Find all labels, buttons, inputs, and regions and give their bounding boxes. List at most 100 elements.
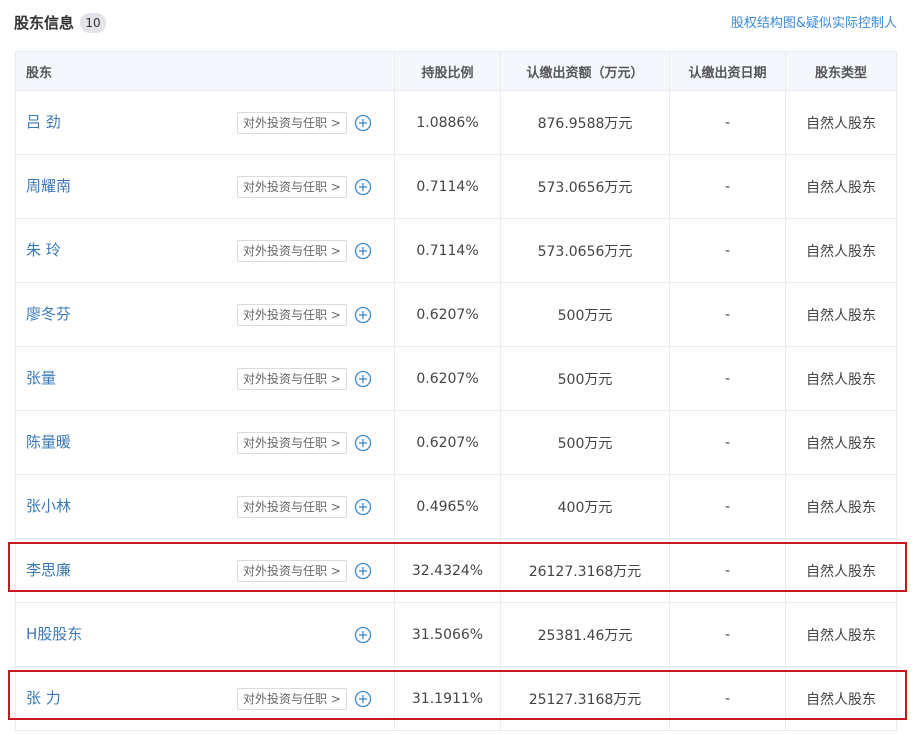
amount-cell: 876.9588万元 [500,90,670,155]
type-cell: 自然人股东 [785,154,897,219]
shareholder-cell: 朱 玲 对外投资与任职 > [15,218,395,283]
plus-circle-icon[interactable] [354,178,372,196]
type-cell: 自然人股东 [785,346,897,411]
outbound-investment-button[interactable]: 对外投资与任职 > [237,368,347,390]
ratio-cell: 31.1911% [394,666,501,731]
amount-cell: 500万元 [500,282,670,347]
shareholder-cell: 吕 劲 对外投资与任职 > [15,90,395,155]
shareholder-cell: 张 力 对外投资与任职 > [15,666,395,731]
type-cell: 自然人股东 [785,666,897,731]
ratio-cell: 31.5066% [394,602,501,667]
count-badge: 10 [80,13,106,33]
date-cell: - [669,474,786,539]
date-cell: - [669,602,786,667]
date-cell: - [669,218,786,283]
shareholder-name-link[interactable]: 张量 [26,367,56,388]
ratio-cell: 1.0886% [394,90,501,155]
plus-circle-icon[interactable] [354,626,372,644]
date-cell: - [669,410,786,475]
amount-cell: 573.0656万元 [500,218,670,283]
amount-cell: 500万元 [500,346,670,411]
outbound-investment-button[interactable]: 对外投资与任职 > [237,112,347,134]
ratio-cell: 0.7114% [394,154,501,219]
shareholder-name-link[interactable]: 吕 劲 [26,111,61,132]
type-cell: 自然人股东 [785,218,897,283]
shareholder-name-link[interactable]: 周耀南 [26,175,71,196]
ratio-cell: 0.6207% [394,410,501,475]
outbound-investment-button[interactable]: 对外投资与任职 > [237,176,347,198]
outbound-investment-button[interactable]: 对外投资与任职 > [237,496,347,518]
section-header: 股东信息 10 股权结构图&疑似实际控制人 [0,0,913,46]
ratio-cell: 32.4324% [394,538,501,603]
date-cell: - [669,154,786,219]
amount-cell: 26127.3168万元 [500,538,670,603]
table-row: 张小林 对外投资与任职 > 0.4965% 400万元 - 自然人股东 [15,474,897,539]
type-cell: 自然人股东 [785,474,897,539]
plus-circle-icon[interactable] [354,306,372,324]
shareholder-cell: 周耀南 对外投资与任职 > [15,154,395,219]
plus-circle-icon[interactable] [354,690,372,708]
plus-circle-icon[interactable] [354,498,372,516]
amount-cell: 500万元 [500,410,670,475]
shareholder-cell: 廖冬芬 对外投资与任职 > [15,282,395,347]
shareholder-cell: 张量 对外投资与任职 > [15,346,395,411]
ratio-cell: 0.4965% [394,474,501,539]
ratio-cell: 0.6207% [394,346,501,411]
table-row: 周耀南 对外投资与任职 > 0.7114% 573.0656万元 - 自然人股东 [15,154,897,219]
table-row: 李思廉 对外投资与任职 > 32.4324% 26127.3168万元 - 自然人股东 [15,538,897,603]
shareholder-cell: 李思廉 对外投资与任职 > [15,538,395,603]
amount-cell: 25381.46万元 [500,602,670,667]
shareholder-name-link[interactable]: 陈量暖 [26,431,71,452]
table-row: H股股东 31.5066% 25381.46万元 - 自然人股东 [15,602,897,667]
shareholder-table: 股东 持股比例 认缴出资额（万元） 认缴出资日期 股东类型 吕 劲对外投资与任职… [15,51,897,731]
type-cell: 自然人股东 [785,282,897,347]
amount-cell: 400万元 [500,474,670,539]
outbound-investment-button[interactable]: 对外投资与任职 > [237,240,347,262]
table-row: 张量 对外投资与任职 > 0.6207% 500万元 - 自然人股东 [15,346,897,411]
ratio-cell: 0.6207% [394,282,501,347]
shareholder-cell: 陈量暖 对外投资与任职 > [15,410,395,475]
section-title: 股东信息 [14,14,75,32]
date-cell: - [669,666,786,731]
table-header-row: 股东 持股比例 认缴出资额（万元） 认缴出资日期 股东类型 [15,51,897,91]
shareholder-name-link[interactable]: H股股东 [26,623,82,644]
date-cell: - [669,90,786,155]
outbound-investment-button[interactable]: 对外投资与任职 > [237,432,347,454]
outbound-investment-button[interactable]: 对外投资与任职 > [237,688,347,710]
outbound-investment-button[interactable]: 对外投资与任职 > [237,560,347,582]
equity-structure-link[interactable]: 股权结构图&疑似实际控制人 [731,12,897,31]
plus-circle-icon[interactable] [354,434,372,452]
ratio-cell: 0.7114% [394,218,501,283]
table-row: 朱 玲 对外投资与任职 > 0.7114% 573.0656万元 - 自然人股东 [15,218,897,283]
shareholder-cell: H股股东 [15,602,395,667]
shareholder-name-link[interactable]: 朱 玲 [26,239,61,260]
table-row: 陈量暖 对外投资与任职 > 0.6207% 500万元 - 自然人股东 [15,410,897,475]
type-cell: 自然人股东 [785,538,897,603]
shareholder-name-link[interactable]: 张 力 [26,687,61,708]
col-header-date: 认缴出资日期 [669,51,786,91]
type-cell: 自然人股东 [785,602,897,667]
col-header-shareholder: 股东 [15,51,395,91]
date-cell: - [669,282,786,347]
amount-cell: 573.0656万元 [500,154,670,219]
plus-circle-icon[interactable] [354,562,372,580]
col-header-ratio: 持股比例 [394,51,501,91]
plus-circle-icon[interactable] [354,242,372,260]
type-cell: 自然人股东 [785,410,897,475]
shareholder-name-link[interactable]: 李思廉 [26,559,71,580]
plus-circle-icon[interactable] [354,114,372,132]
table-row: 张 力 对外投资与任职 > 31.1911% 25127.3168万元 - 自然人股东 [15,666,897,731]
table-row: 吕 劲 对外投资与任职 > 1.0886% 876.9588万元 - 自然人股东 [15,90,897,155]
amount-cell: 25127.3168万元 [500,666,670,731]
shareholder-cell: 张小林 对外投资与任职 > [15,474,395,539]
shareholder-name-link[interactable]: 张小林 [26,495,71,516]
date-cell: - [669,538,786,603]
table-row: 廖冬芬 对外投资与任职 > 0.6207% 500万元 - 自然人股东 [15,282,897,347]
outbound-investment-button[interactable]: 对外投资与任职 > [237,304,347,326]
plus-circle-icon[interactable] [354,370,372,388]
shareholder-name-link[interactable]: 廖冬芬 [26,303,71,324]
col-header-amount: 认缴出资额（万元） [500,51,670,91]
col-header-type: 股东类型 [785,51,897,91]
date-cell: - [669,346,786,411]
type-cell: 自然人股东 [785,90,897,155]
